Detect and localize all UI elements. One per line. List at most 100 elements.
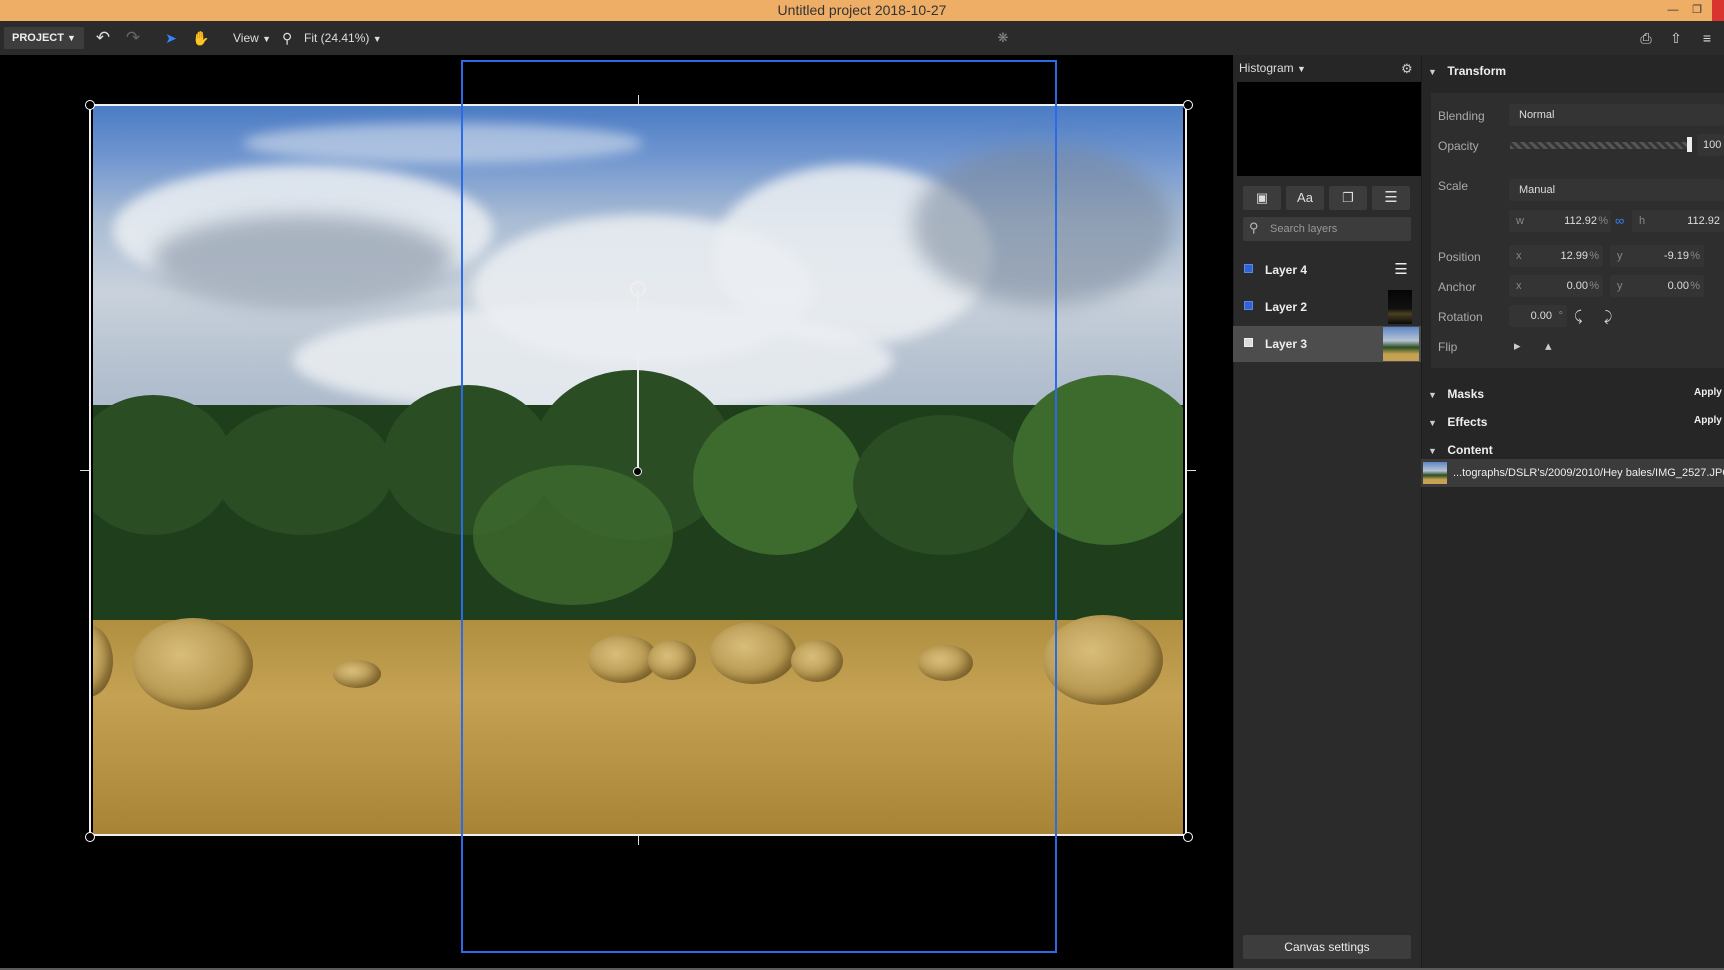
anchor-x-field[interactable]: x 0.00 %: [1509, 275, 1603, 297]
view-menu-button[interactable]: View ▼: [233, 21, 271, 55]
resize-handle-bottom-left[interactable]: [85, 832, 95, 842]
layer-row-selected[interactable]: Layer 3: [1233, 326, 1421, 362]
layer-visibility-checkbox[interactable]: [1244, 264, 1253, 273]
flip-horizontal-icon[interactable]: ▸: [1514, 335, 1521, 357]
content-section-header[interactable]: ▼ Content: [1428, 441, 1493, 459]
anchor-point[interactable]: [633, 467, 642, 476]
scale-mode-select[interactable]: Manual: [1509, 179, 1724, 201]
rotation-handle[interactable]: [630, 281, 646, 297]
layer-thumbnail: [1383, 327, 1419, 361]
gear-icon[interactable]: ⚙: [1401, 55, 1413, 82]
layer-row[interactable]: Layer 4 ☰: [1233, 252, 1421, 288]
zoom-level-label: Fit (24.41%): [304, 31, 370, 45]
rotate-counterclockwise-icon[interactable]: ⤸: [1604, 305, 1612, 327]
blending-mode-select[interactable]: Normal: [1509, 104, 1724, 126]
layer-row[interactable]: Layer 2: [1233, 289, 1421, 325]
rotation-handle-stem: [637, 291, 639, 471]
masks-section-header[interactable]: ▼ Masks: [1428, 385, 1484, 403]
sliders-icon: ☰: [1384, 189, 1398, 206]
opacity-value: 100: [1703, 139, 1722, 151]
chevron-down-icon: ▼: [1428, 67, 1437, 77]
scale-height-field[interactable]: h 112.92: [1632, 210, 1724, 232]
resize-handle-top-left[interactable]: [85, 100, 95, 110]
project-menu-button[interactable]: PROJECT ▼: [4, 27, 84, 49]
undo-icon[interactable]: ↶: [92, 21, 114, 55]
rotate-clockwise-icon[interactable]: ⤹: [1574, 305, 1582, 327]
anchor-label: Anchor: [1438, 280, 1477, 294]
histogram-menu-button[interactable]: Histogram ▼: [1239, 55, 1306, 82]
effects-apply-button[interactable]: Apply: [1694, 415, 1722, 426]
percent-unit: %: [1690, 250, 1700, 262]
search-layers-input[interactable]: ⚲ Search layers: [1243, 217, 1411, 241]
canvas-bounds-outline: [461, 60, 1057, 953]
resize-handle-top-right[interactable]: [1183, 100, 1193, 110]
position-x-field[interactable]: x 12.99 %: [1509, 245, 1603, 267]
resize-handle-right[interactable]: [1187, 470, 1196, 471]
scale-width-label: w: [1516, 215, 1524, 227]
add-image-layer-button[interactable]: ▣: [1243, 186, 1281, 210]
export-icon[interactable]: ⇧: [1665, 21, 1687, 55]
position-label: Position: [1438, 250, 1481, 264]
chevron-down-icon: ▼: [1428, 418, 1437, 428]
percent-unit: %: [1589, 250, 1599, 262]
transform-title: Transform: [1447, 64, 1507, 78]
position-x-value: 12.99: [1560, 250, 1588, 262]
position-y-value: -9.19: [1663, 250, 1689, 262]
chevron-down-icon: ▼: [67, 33, 76, 43]
search-layers-placeholder: Search layers: [1270, 223, 1338, 235]
layer-visibility-checkbox[interactable]: [1244, 338, 1253, 347]
resize-handle-bottom-right[interactable]: [1183, 832, 1193, 842]
content-title: Content: [1447, 443, 1493, 457]
add-layer-button[interactable]: ❐: [1329, 186, 1367, 210]
hand-pan-icon[interactable]: ✋: [190, 21, 212, 55]
print-icon[interactable]: ⎙: [1635, 21, 1657, 55]
scale-height-value: 112.92: [1687, 215, 1720, 227]
x-label: x: [1516, 250, 1522, 262]
zoom-icon[interactable]: ⚲: [282, 21, 292, 55]
opacity-label: Opacity: [1438, 139, 1479, 153]
histogram-display: [1237, 82, 1421, 176]
effects-section-header[interactable]: ▼ Effects: [1428, 413, 1487, 431]
opacity-value-field[interactable]: 100: [1697, 134, 1724, 156]
transform-section-header[interactable]: ▼ Transform: [1428, 62, 1506, 80]
layers-icon: ❐: [1342, 190, 1354, 205]
opacity-slider[interactable]: [1510, 142, 1690, 149]
layer-name: Layer 4: [1265, 263, 1308, 277]
zoom-menu-button[interactable]: Fit (24.41%) ▼: [304, 21, 382, 55]
anchor-x-value: 0.00: [1566, 280, 1588, 292]
link-aspect-icon[interactable]: ∞: [1615, 210, 1624, 232]
anchor-y-field[interactable]: y 0.00 %: [1610, 275, 1704, 297]
image-icon: ▣: [1255, 190, 1269, 205]
add-text-layer-button[interactable]: Aa: [1286, 186, 1324, 210]
restore-icon[interactable]: ❐: [1688, 1, 1706, 19]
panel-toggle-icon[interactable]: ≡: [1696, 21, 1718, 55]
close-window-button[interactable]: [1712, 0, 1724, 21]
resize-handle-left[interactable]: [80, 470, 89, 471]
blending-label: Blending: [1438, 109, 1485, 123]
rotation-field[interactable]: 0.00 °: [1509, 305, 1567, 327]
position-y-field[interactable]: y -9.19 %: [1610, 245, 1704, 267]
opacity-slider-thumb[interactable]: [1687, 137, 1692, 152]
layer-visibility-checkbox[interactable]: [1244, 301, 1253, 310]
degree-unit: °: [1558, 310, 1563, 322]
layer-thumbnail: [1388, 290, 1412, 324]
blending-mode-value: Normal: [1519, 109, 1555, 121]
scale-width-field[interactable]: w 112.92 %: [1509, 210, 1611, 232]
search-icon: ⚲: [1249, 220, 1259, 235]
masks-apply-button[interactable]: Apply: [1694, 387, 1722, 398]
minimize-icon[interactable]: —: [1664, 1, 1682, 19]
scale-mode-value: Manual: [1519, 184, 1556, 196]
percent-unit: %: [1589, 280, 1599, 292]
masks-title: Masks: [1447, 387, 1485, 401]
canvas-settings-button[interactable]: Canvas settings: [1243, 935, 1411, 959]
redo-icon[interactable]: ↷: [122, 21, 144, 55]
content-source-row[interactable]: ...tographs/DSLR's/2009/2010/Hey bales/I…: [1421, 459, 1724, 487]
chevron-down-icon: ▼: [372, 34, 382, 44]
layer-name: Layer 2: [1265, 300, 1308, 314]
rotation-value: 0.00: [1530, 310, 1552, 322]
add-adjustment-layer-button[interactable]: ☰: [1372, 186, 1410, 210]
select-arrow-icon[interactable]: ➤: [160, 21, 182, 55]
flip-vertical-icon[interactable]: ▴: [1545, 335, 1552, 357]
anchor-y-value: 0.00: [1667, 280, 1689, 292]
canvas-area[interactable]: [0, 55, 1233, 970]
